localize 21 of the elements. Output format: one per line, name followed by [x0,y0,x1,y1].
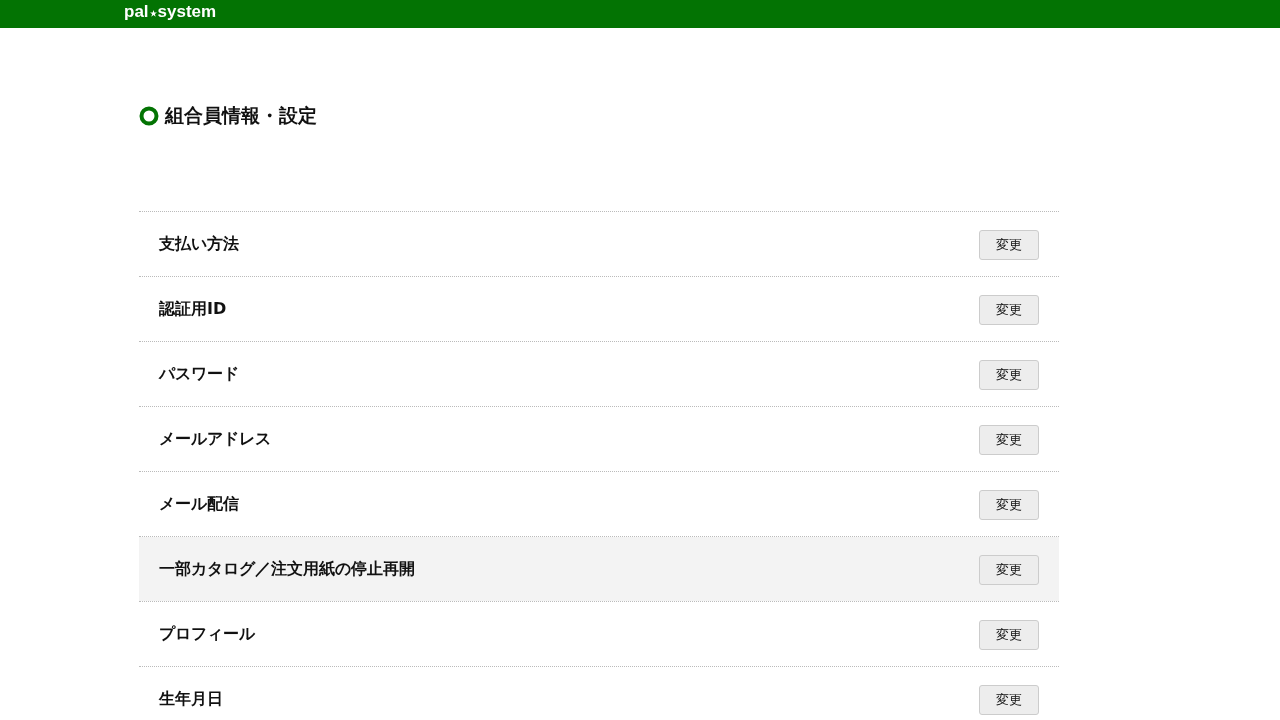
change-button[interactable]: 変更 [979,620,1039,650]
setting-label: メール配信 [159,493,239,515]
change-button[interactable]: 変更 [979,555,1039,585]
setting-label: 認証用ID [159,298,227,320]
change-button[interactable]: 変更 [979,685,1039,715]
change-button[interactable]: 変更 [979,425,1039,455]
change-button[interactable]: 変更 [979,230,1039,260]
setting-label: プロフィール [159,623,255,645]
star-icon [149,10,157,17]
logo-text: pal [124,2,149,22]
change-button[interactable]: 変更 [979,490,1039,520]
setting-label: メールアドレス [159,428,271,450]
setting-label: パスワード [159,363,239,385]
page-title: 組合員情報・設定 [165,103,317,128]
logo-text: system [157,2,217,22]
setting-label: 支払い方法 [159,233,239,255]
setting-label: 一部カタログ／注文用紙の停止再開 [159,558,415,580]
ring-icon [139,106,159,126]
change-button[interactable]: 変更 [979,295,1039,325]
change-button[interactable]: 変更 [979,360,1039,390]
setting-label: 生年月日 [159,688,223,710]
